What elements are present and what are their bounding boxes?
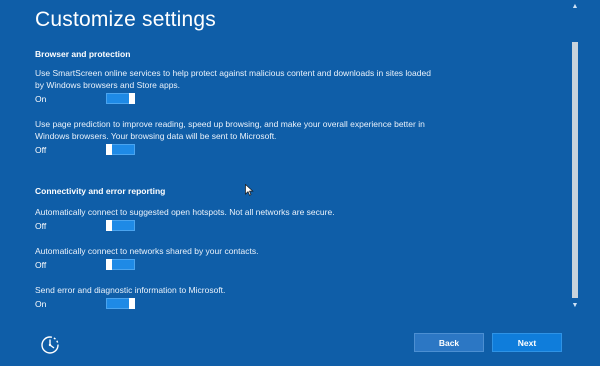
error-reporting-toggle[interactable] [106,298,135,309]
hotspots-state-label: Off [35,221,47,231]
toggle-thumb [129,93,135,104]
toggle-thumb [106,259,112,270]
page-prediction-description: Use page prediction to improve reading, … [35,119,425,141]
scroll-up-arrow[interactable]: ▲ [569,2,581,12]
next-button[interactable]: Next [492,333,562,352]
smartscreen-setting: On [35,93,145,105]
cursor-icon [245,184,254,196]
hotspots-description: Automatically connect to suggested open … [35,207,335,217]
toggle-thumb [106,144,112,155]
vertical-scrollbar[interactable]: ▲ ▼ [569,0,581,313]
scroll-thumb[interactable] [572,42,578,298]
error-reporting-state-label: On [35,299,47,309]
ease-of-access-icon[interactable] [39,334,61,356]
toggle-thumb [129,298,135,309]
shared-networks-state-label: Off [35,260,47,270]
shared-networks-toggle[interactable] [106,259,135,270]
section-heading-connectivity: Connectivity and error reporting [35,186,166,196]
section-heading-browser: Browser and protection [35,49,131,59]
scroll-down-arrow[interactable]: ▼ [569,301,581,311]
shared-networks-setting: Off [35,259,145,271]
smartscreen-state-label: On [35,94,47,104]
smartscreen-description: Use SmartScreen online services to help … [35,68,431,90]
hotspots-toggle[interactable] [106,220,135,231]
page-prediction-state-label: Off [35,145,47,155]
toggle-thumb [106,220,112,231]
page-title: Customize settings [35,8,217,31]
error-reporting-setting: On [35,298,145,310]
page-prediction-setting: Off [35,144,145,156]
hotspots-setting: Off [35,220,145,232]
shared-networks-description: Automatically connect to networks shared… [35,246,259,256]
back-button[interactable]: Back [414,333,484,352]
smartscreen-toggle[interactable] [106,93,135,104]
page-prediction-toggle[interactable] [106,144,135,155]
error-reporting-description: Send error and diagnostic information to… [35,285,226,295]
